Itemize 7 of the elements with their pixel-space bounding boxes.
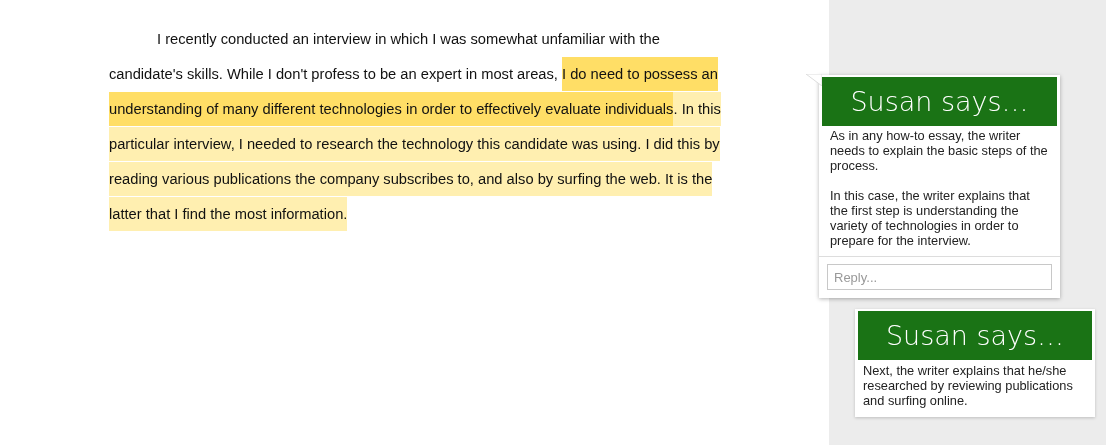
reply-field[interactable]: Reply... bbox=[827, 264, 1052, 290]
comment-header: Susan says… bbox=[858, 311, 1092, 360]
comment-text: In this case, the writer explains that the first step is understanding the variety of technologies in order to prepare for the interview. bbox=[830, 188, 1031, 248]
comment-header: Susan says… bbox=[822, 77, 1057, 126]
comment-text: Next, the writer explains that he/she researched by reviewing publications and surfing online. bbox=[863, 363, 1074, 408]
comment-card[interactable]: Susan says… Next, the writer explains that he/she researched by reviewing publications and surfing online. bbox=[855, 309, 1095, 417]
comment-text: As in any how-to essay, the writer needs to explain the basic steps of the process. bbox=[830, 128, 1049, 173]
